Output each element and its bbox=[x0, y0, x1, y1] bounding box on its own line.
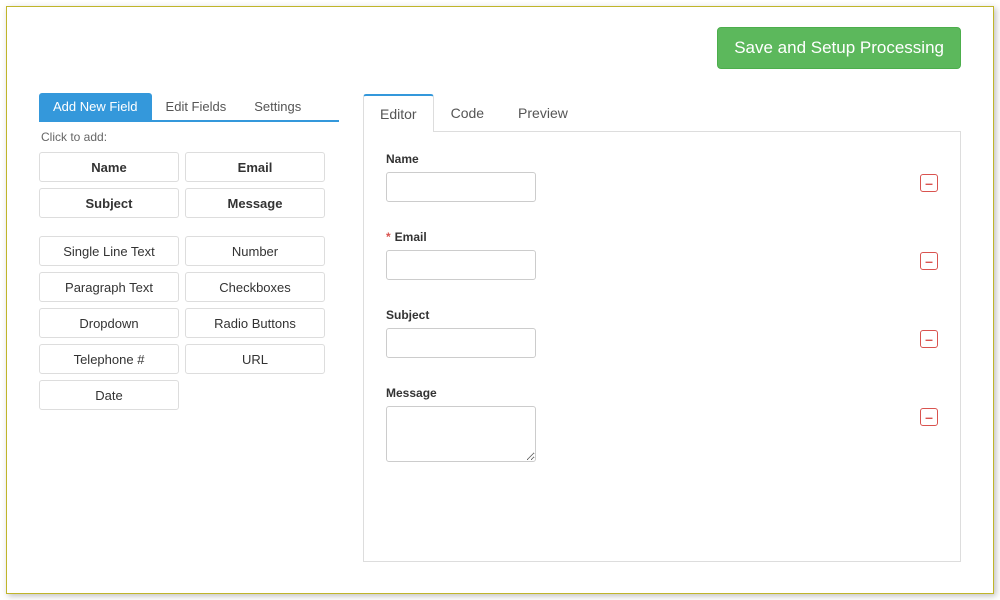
field-label: Email bbox=[395, 230, 427, 244]
add-telephone-button[interactable]: Telephone # bbox=[39, 344, 179, 374]
app-frame: Save and Setup Processing Add New Field … bbox=[6, 6, 994, 594]
save-setup-button[interactable]: Save and Setup Processing bbox=[717, 27, 961, 69]
name-input[interactable] bbox=[386, 172, 536, 202]
form-field-subject[interactable]: Subject – bbox=[386, 308, 938, 358]
right-panel: Editor Code Preview Name – * Em bbox=[363, 93, 961, 562]
add-url-button[interactable]: URL bbox=[185, 344, 325, 374]
left-panel: Add New Field Edit Fields Settings Click… bbox=[39, 93, 339, 428]
subject-input[interactable] bbox=[386, 328, 536, 358]
tab-code[interactable]: Code bbox=[434, 94, 501, 132]
tab-editor[interactable]: Editor bbox=[363, 94, 434, 132]
remove-field-button[interactable]: – bbox=[920, 330, 938, 348]
tab-settings[interactable]: Settings bbox=[240, 93, 315, 120]
add-name-button[interactable]: Name bbox=[39, 152, 179, 182]
main-content: Add New Field Edit Fields Settings Click… bbox=[39, 93, 961, 562]
email-input[interactable] bbox=[386, 250, 536, 280]
add-subject-button[interactable]: Subject bbox=[39, 188, 179, 218]
primary-field-buttons: Name Email Subject Message bbox=[39, 152, 339, 218]
tab-edit-fields[interactable]: Edit Fields bbox=[152, 93, 241, 120]
add-dropdown-button[interactable]: Dropdown bbox=[39, 308, 179, 338]
form-field-name[interactable]: Name – bbox=[386, 152, 938, 202]
remove-field-button[interactable]: – bbox=[920, 252, 938, 270]
click-to-add-hint: Click to add: bbox=[41, 130, 339, 144]
add-date-button[interactable]: Date bbox=[39, 380, 179, 410]
add-single-line-text-button[interactable]: Single Line Text bbox=[39, 236, 179, 266]
remove-field-button[interactable]: – bbox=[920, 174, 938, 192]
right-tabs: Editor Code Preview bbox=[363, 93, 961, 132]
tab-add-new-field[interactable]: Add New Field bbox=[39, 93, 152, 120]
form-field-message[interactable]: Message – bbox=[386, 386, 938, 465]
editor-body: Name – * Email – bbox=[363, 132, 961, 562]
extra-field-buttons: Single Line Text Number Paragraph Text C… bbox=[39, 236, 339, 410]
required-marker: * bbox=[386, 230, 391, 244]
message-textarea[interactable] bbox=[386, 406, 536, 462]
field-label: Subject bbox=[386, 308, 429, 322]
tab-preview[interactable]: Preview bbox=[501, 94, 585, 132]
form-field-email[interactable]: * Email – bbox=[386, 230, 938, 280]
add-message-button[interactable]: Message bbox=[185, 188, 325, 218]
field-label: Message bbox=[386, 386, 437, 400]
add-radio-buttons-button[interactable]: Radio Buttons bbox=[185, 308, 325, 338]
field-label: Name bbox=[386, 152, 419, 166]
add-paragraph-text-button[interactable]: Paragraph Text bbox=[39, 272, 179, 302]
left-tabs: Add New Field Edit Fields Settings bbox=[39, 93, 339, 122]
remove-field-button[interactable]: – bbox=[920, 408, 938, 426]
add-checkboxes-button[interactable]: Checkboxes bbox=[185, 272, 325, 302]
add-number-button[interactable]: Number bbox=[185, 236, 325, 266]
add-email-button[interactable]: Email bbox=[185, 152, 325, 182]
